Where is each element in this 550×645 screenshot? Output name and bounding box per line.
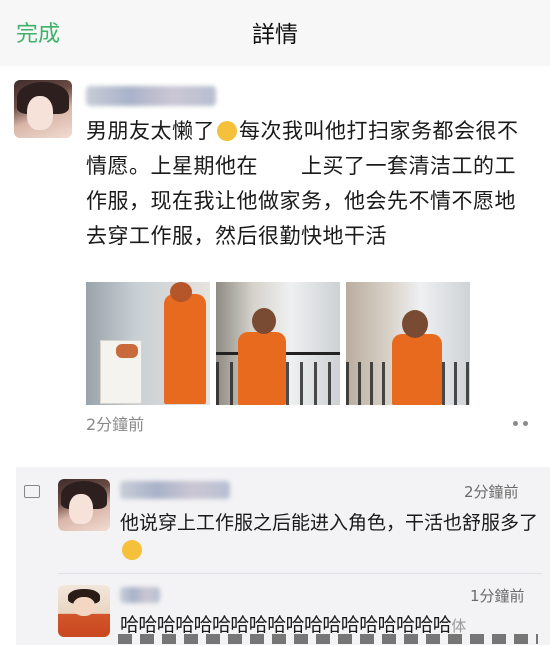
commenter-avatar-1[interactable]: [58, 479, 110, 531]
poster-name-blurred[interactable]: [86, 86, 216, 106]
commenter-name-1-blurred[interactable]: [120, 481, 230, 499]
poster-avatar[interactable]: [14, 80, 72, 138]
comment-divider: [58, 573, 542, 574]
cropped-text-line: [118, 634, 538, 644]
post-photo-3[interactable]: [346, 282, 470, 405]
comment-bubble-icon: [24, 485, 40, 498]
comment-1-timestamp: 2分鐘前: [464, 483, 519, 501]
commenter-name-2-blurred[interactable]: [120, 587, 160, 603]
commenter-avatar-2[interactable]: [58, 585, 110, 637]
post-photo-2[interactable]: [216, 282, 340, 405]
top-bar: 完成 詳情: [0, 0, 550, 67]
post-photo-1[interactable]: [86, 282, 210, 405]
more-options-icon[interactable]: [512, 418, 534, 430]
page-title: 詳情: [252, 22, 298, 48]
post-body: 男朋友太懒了 每次我叫他打扫家务都会很不情愿。上星期他在 上买了一套清洁工的工作服…: [86, 114, 536, 254]
comments-section: 2分鐘前 他说穿上工作服之后能进入角色，干活也舒服多了 1分鐘前 哈哈哈哈哈哈哈…: [16, 467, 550, 645]
post-text-part1: 男朋友太懒了: [86, 119, 215, 143]
comment-1-text: 他说穿上工作服之后能进入角色，干活也舒服多了: [120, 509, 540, 565]
post-timestamp: 2分鐘前: [86, 415, 145, 434]
crying-laugh-emoji-icon: [217, 121, 237, 141]
comment-2-timestamp: 1分鐘前: [470, 587, 525, 605]
crying-laugh-emoji-icon: [122, 540, 142, 560]
moment-post: 男朋友太懒了 每次我叫他打扫家务都会很不情愿。上星期他在 上买了一套清洁工的工作服…: [0, 66, 550, 461]
